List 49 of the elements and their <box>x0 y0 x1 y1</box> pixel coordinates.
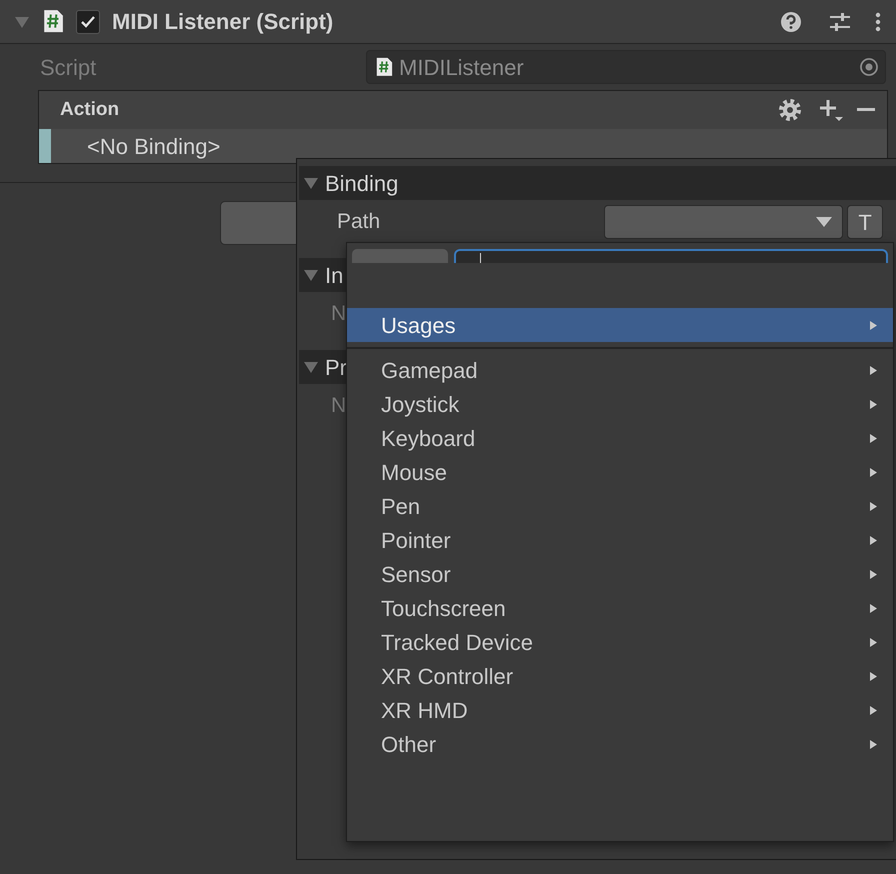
menu-item[interactable]: Pointer <box>347 523 893 557</box>
script-file-icon <box>42 9 64 34</box>
settings-sliders-icon[interactable] <box>828 10 852 32</box>
menu-item[interactable]: Gamepad <box>347 353 893 387</box>
menu-item[interactable]: Usages <box>347 308 893 342</box>
remove-icon[interactable] <box>857 108 875 112</box>
dropdown-arrow-icon <box>816 217 832 227</box>
script-field[interactable]: MIDIListener <box>366 50 886 84</box>
selection-stripe <box>39 129 51 163</box>
enabled-checkbox[interactable] <box>76 10 100 34</box>
foldout-icon[interactable] <box>303 176 319 190</box>
field-label: Script <box>40 54 98 82</box>
foldout-icon[interactable] <box>303 360 319 374</box>
checkmark-icon <box>80 14 96 28</box>
menu-item[interactable]: Other <box>347 727 893 761</box>
more-options-icon[interactable] <box>874 10 882 32</box>
script-name: MIDIListener <box>399 54 525 82</box>
field-label: Path <box>337 209 382 236</box>
text-mode-button[interactable]: T <box>847 205 883 239</box>
section-header[interactable]: In <box>299 258 347 292</box>
menu-item[interactable]: Keyboard <box>347 421 893 455</box>
binding-row[interactable]: <No Binding> <box>39 129 887 163</box>
menu-item[interactable]: XR Controller <box>347 659 893 693</box>
menu-item[interactable]: Touchscreen <box>347 591 893 625</box>
section-title: Binding <box>325 170 398 198</box>
add-icon[interactable] <box>817 97 845 123</box>
help-icon[interactable] <box>780 10 802 32</box>
list-header: Action <box>60 98 120 122</box>
menu-item[interactable]: Pen <box>347 489 893 523</box>
path-dropdown[interactable] <box>604 205 844 239</box>
menu-item[interactable]: Tracked Device <box>347 625 893 659</box>
component-title: MIDI Listener (Script) <box>112 8 334 36</box>
section-header[interactable]: Pr <box>299 350 347 384</box>
field-label: N <box>331 301 346 328</box>
foldout-icon[interactable] <box>303 268 319 282</box>
menu-item[interactable]: Sensor <box>347 557 893 591</box>
section-title: In <box>325 262 344 290</box>
menu-item[interactable]: XR HMD <box>347 693 893 727</box>
menu-item[interactable]: Joystick <box>347 387 893 421</box>
binding-label: <No Binding> <box>87 132 220 161</box>
object-picker-icon[interactable] <box>859 57 879 77</box>
gear-icon[interactable] <box>777 97 803 123</box>
foldout-icon[interactable] <box>14 14 30 28</box>
script-file-icon <box>375 57 393 77</box>
menu-item[interactable]: Mouse <box>347 455 893 489</box>
section-header[interactable]: Binding <box>299 166 896 200</box>
search-field[interactable] <box>454 249 888 263</box>
section-title: Pr <box>325 354 347 382</box>
field-label: N <box>331 393 346 420</box>
